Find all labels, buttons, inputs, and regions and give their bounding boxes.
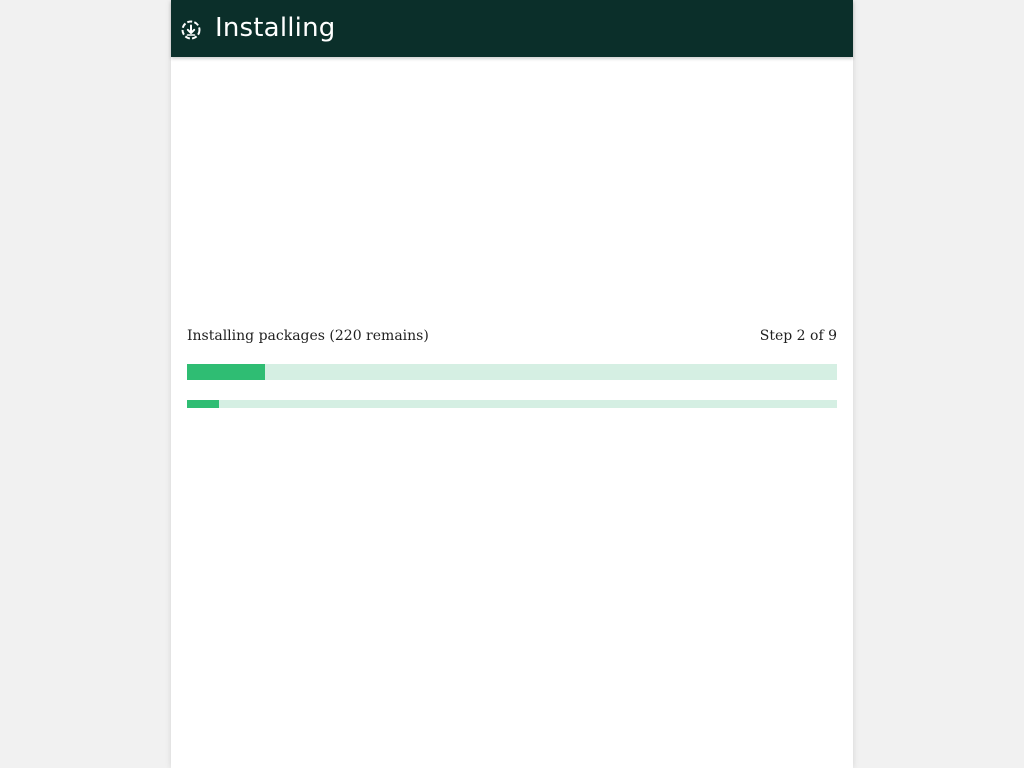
download-circle-icon bbox=[180, 19, 202, 41]
page-title: Installing bbox=[215, 13, 336, 43]
current-progress-bar bbox=[187, 400, 837, 408]
status-row: Installing packages (220 remains) Step 2… bbox=[187, 328, 837, 348]
step-counter: Step 2 of 9 bbox=[759, 328, 837, 344]
overall-progress-fill bbox=[187, 364, 265, 380]
status-message: Installing packages (220 remains) bbox=[187, 328, 429, 344]
installer-window: Installing Installing packages (220 rema… bbox=[171, 0, 853, 768]
app-header: Installing bbox=[171, 0, 853, 57]
current-progress-fill bbox=[187, 400, 219, 408]
overall-progress-bar bbox=[187, 364, 837, 380]
